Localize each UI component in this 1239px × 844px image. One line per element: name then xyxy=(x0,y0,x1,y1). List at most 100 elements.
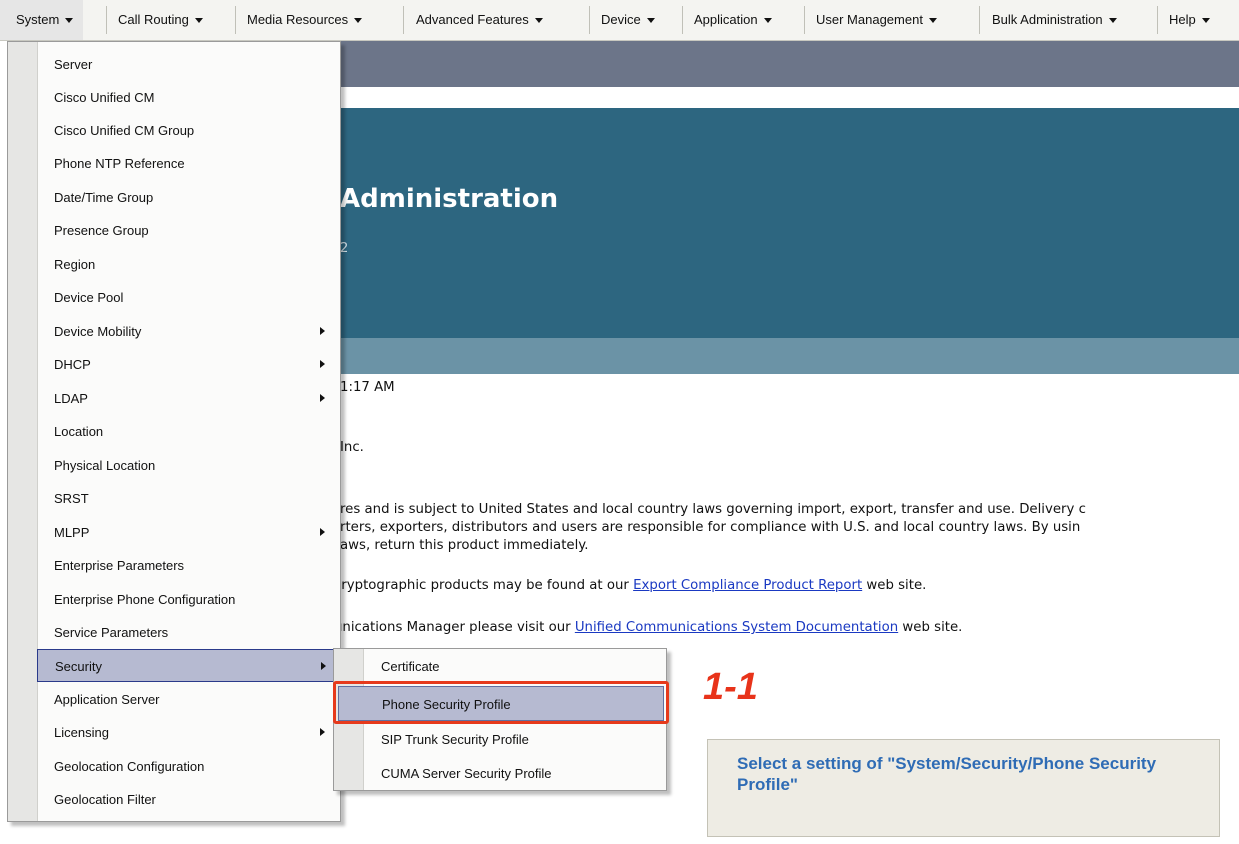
menu-item-cisco-unified-cm[interactable]: Cisco Unified CM xyxy=(8,81,340,114)
menu-item-label: Cisco Unified CM Group xyxy=(54,123,195,138)
menu-item-geolocation-configuration[interactable]: Geolocation Configuration xyxy=(8,750,340,783)
menu-item-label: SRST xyxy=(54,491,89,506)
menu-item-cisco-unified-cm-group[interactable]: Cisco Unified CM Group xyxy=(8,114,340,147)
menu-item-label: DHCP xyxy=(54,357,91,372)
chevron-right-icon xyxy=(321,662,326,670)
menu-item-label: Application Server xyxy=(54,692,160,707)
menu-item-label: Date/Time Group xyxy=(54,190,154,205)
menu-item-srst[interactable]: SRST xyxy=(8,482,340,515)
submenu-item-sip-trunk-security-profile[interactable]: SIP Trunk Security Profile xyxy=(334,722,666,757)
export-compliance-suffix: web site. xyxy=(862,578,927,593)
menu-item-label: Licensing xyxy=(54,725,109,740)
documentation-suffix: web site. xyxy=(898,620,963,635)
chevron-down-icon xyxy=(354,18,363,24)
banner-footer xyxy=(340,338,1239,374)
menu-item-region[interactable]: Region xyxy=(8,248,340,281)
chevron-down-icon xyxy=(194,18,203,24)
menu-media-resources-label: Media Resources xyxy=(247,12,349,27)
menu-item-device-mobility[interactable]: Device Mobility xyxy=(8,315,340,348)
documentation-text: unications Manager please visit our Unif… xyxy=(334,620,962,635)
menu-user-management-label: User Management xyxy=(816,12,923,27)
documentation-link[interactable]: Unified Communications System Documentat… xyxy=(575,620,898,635)
menu-help[interactable]: Help xyxy=(1169,0,1210,40)
menu-item-geolocation-filter[interactable]: Geolocation Filter xyxy=(8,783,340,816)
menu-item-presence-group[interactable]: Presence Group xyxy=(8,214,340,247)
chevron-down-icon xyxy=(763,18,772,24)
page-subtitle: 2 xyxy=(340,241,349,256)
header-spacer xyxy=(340,87,1239,108)
menu-bulk-administration-label: Bulk Administration xyxy=(992,12,1103,27)
copyright-text: Inc. xyxy=(340,440,364,455)
menu-device[interactable]: Device xyxy=(601,0,655,40)
notice-line-2: rters, exporters, distributors and users… xyxy=(340,520,1081,535)
chevron-down-icon xyxy=(646,18,655,24)
menu-item-mlpp[interactable]: MLPP xyxy=(8,516,340,549)
menu-media-resources[interactable]: Media Resources xyxy=(247,0,363,40)
menu-separator xyxy=(682,6,683,34)
menu-item-label: Service Parameters xyxy=(54,625,169,640)
menu-item-device-pool[interactable]: Device Pool xyxy=(8,281,340,314)
chevron-down-icon xyxy=(1201,18,1210,24)
submenu-item-label: CUMA Server Security Profile xyxy=(381,766,552,781)
submenu-item-label: SIP Trunk Security Profile xyxy=(381,732,529,747)
export-compliance-link[interactable]: Export Compliance Product Report xyxy=(633,578,862,593)
menu-separator xyxy=(979,6,980,34)
menu-item-label: Device Mobility xyxy=(54,324,142,339)
menu-item-dhcp[interactable]: DHCP xyxy=(8,348,340,381)
export-compliance-prefix: cryptographic products may be found at o… xyxy=(334,578,634,593)
menu-bulk-administration[interactable]: Bulk Administration xyxy=(992,0,1117,40)
menu-item-label: Phone NTP Reference xyxy=(54,156,185,171)
menu-separator xyxy=(1157,6,1158,34)
documentation-prefix: unications Manager please visit our xyxy=(334,620,575,635)
instruction-text: Select a setting of "System/Security/Pho… xyxy=(737,754,1157,794)
menu-item-physical-location[interactable]: Physical Location xyxy=(8,449,340,482)
instruction-callout: Select a setting of "System/Security/Pho… xyxy=(707,739,1220,837)
menu-item-licensing[interactable]: Licensing xyxy=(8,716,340,749)
menu-item-enterprise-phone-configuration[interactable]: Enterprise Phone Configuration xyxy=(8,583,340,616)
banner xyxy=(340,108,1239,338)
menu-item-security[interactable]: Security xyxy=(37,649,340,682)
menu-advanced-features-label: Advanced Features xyxy=(416,12,529,27)
menu-item-server[interactable]: Server xyxy=(8,48,340,81)
menu-item-enterprise-parameters[interactable]: Enterprise Parameters xyxy=(8,549,340,582)
menu-item-phone-ntp-reference[interactable]: Phone NTP Reference xyxy=(8,147,340,180)
menu-item-application-server[interactable]: Application Server xyxy=(8,683,340,716)
menu-item-label: Location xyxy=(54,424,104,439)
menu-call-routing[interactable]: Call Routing xyxy=(118,0,203,40)
menu-application[interactable]: Application xyxy=(694,0,772,40)
step-label: 1-1 xyxy=(703,666,758,708)
menu-item-label: Device Pool xyxy=(54,290,124,305)
header-bar xyxy=(340,41,1239,87)
menu-item-label: Geolocation Filter xyxy=(54,792,156,807)
menu-item-location[interactable]: Location xyxy=(8,415,340,448)
menu-separator xyxy=(235,6,236,34)
menu-separator xyxy=(106,6,107,34)
submenu-item-certificate[interactable]: Certificate xyxy=(334,649,666,684)
chevron-right-icon xyxy=(320,360,325,368)
menu-system[interactable]: System xyxy=(0,0,84,40)
notice-line-1: res and is subject to United States and … xyxy=(340,502,1086,517)
chevron-down-icon xyxy=(534,18,543,24)
menu-item-label: Enterprise Parameters xyxy=(54,558,185,573)
notice-line-3: aws, return this product immediately. xyxy=(340,538,589,553)
chevron-right-icon xyxy=(320,528,325,536)
menu-application-label: Application xyxy=(694,12,758,27)
page-title: Administration xyxy=(340,184,559,214)
menu-item-label: Cisco Unified CM xyxy=(54,90,155,105)
menubar: System Call Routing Media Resources Adva… xyxy=(0,0,1239,41)
menu-item-label: Geolocation Configuration xyxy=(54,759,205,774)
menu-item-date-time-group[interactable]: Date/Time Group xyxy=(8,181,340,214)
menu-system-label: System xyxy=(16,12,60,27)
menu-item-ldap[interactable]: LDAP xyxy=(8,382,340,415)
submenu-item-cuma-server-security-profile[interactable]: CUMA Server Security Profile xyxy=(334,756,666,791)
menu-user-management[interactable]: User Management xyxy=(816,0,937,40)
menu-item-label: MLPP xyxy=(54,525,90,540)
menu-advanced-features[interactable]: Advanced Features xyxy=(416,0,543,40)
menu-item-service-parameters[interactable]: Service Parameters xyxy=(8,616,340,649)
menu-item-label: Enterprise Phone Configuration xyxy=(54,592,236,607)
menu-help-label: Help xyxy=(1169,12,1196,27)
menu-separator xyxy=(403,6,404,34)
login-time: 1:17 AM xyxy=(340,380,395,395)
chevron-right-icon xyxy=(320,394,325,402)
menu-item-label: LDAP xyxy=(54,391,88,406)
